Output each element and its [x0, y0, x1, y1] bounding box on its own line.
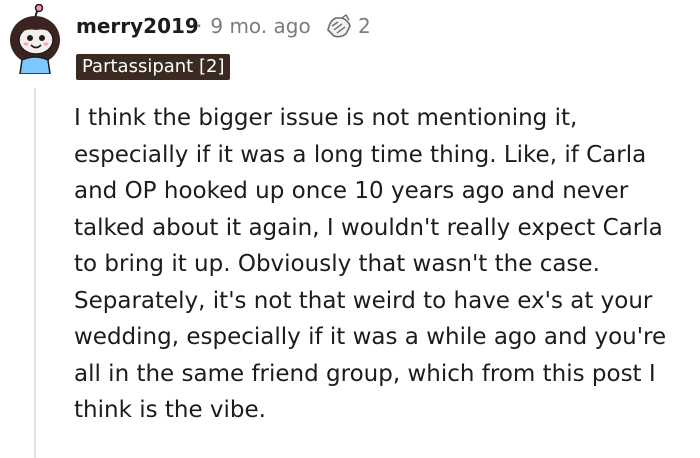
comment-meta: · 9 mo. ago — [196, 14, 311, 38]
snoo-avatar-icon — [10, 3, 60, 75]
hands-award-icon — [327, 13, 351, 38]
award-icon[interactable] — [324, 12, 354, 40]
user-flair: Partassipant [2] — [76, 54, 231, 80]
comment-body: I think the bigger issue is not mentioni… — [74, 105, 667, 423]
comment: merry2019 · 9 mo. ago 2 Partassipant [2] … — [0, 0, 700, 458]
meta-separator: · — [196, 14, 203, 38]
thread-line[interactable] — [34, 88, 36, 458]
award-count: 2 — [358, 14, 371, 38]
avatar[interactable] — [8, 3, 62, 75]
author-username[interactable]: merry2019 — [76, 14, 199, 38]
comment-timestamp[interactable]: 9 mo. ago — [210, 14, 310, 38]
